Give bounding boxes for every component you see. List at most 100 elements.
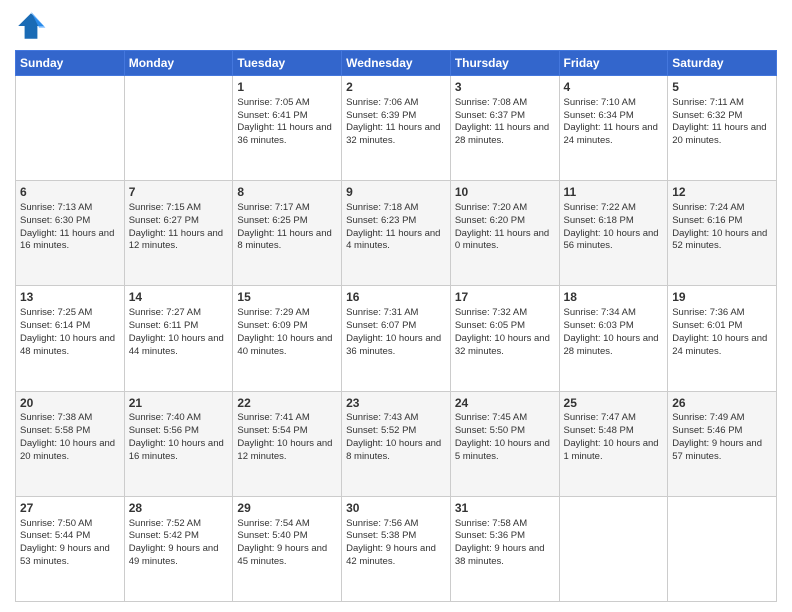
calendar-cell: 25Sunrise: 7:47 AM Sunset: 5:48 PM Dayli… (559, 391, 668, 496)
day-info: Sunrise: 7:32 AM Sunset: 6:05 PM Dayligh… (455, 307, 555, 358)
calendar-header-tuesday: Tuesday (233, 51, 342, 76)
day-info: Sunrise: 7:52 AM Sunset: 5:42 PM Dayligh… (129, 518, 229, 569)
calendar-cell: 11Sunrise: 7:22 AM Sunset: 6:18 PM Dayli… (559, 181, 668, 286)
day-number: 22 (237, 395, 337, 412)
day-number: 14 (129, 289, 229, 306)
header (15, 10, 777, 42)
calendar-cell: 3Sunrise: 7:08 AM Sunset: 6:37 PM Daylig… (450, 76, 559, 181)
day-info: Sunrise: 7:58 AM Sunset: 5:36 PM Dayligh… (455, 518, 555, 569)
day-info: Sunrise: 7:05 AM Sunset: 6:41 PM Dayligh… (237, 97, 337, 148)
calendar-cell: 9Sunrise: 7:18 AM Sunset: 6:23 PM Daylig… (342, 181, 451, 286)
day-number: 12 (672, 184, 772, 201)
calendar-week-row: 20Sunrise: 7:38 AM Sunset: 5:58 PM Dayli… (16, 391, 777, 496)
calendar-cell: 16Sunrise: 7:31 AM Sunset: 6:07 PM Dayli… (342, 286, 451, 391)
day-info: Sunrise: 7:08 AM Sunset: 6:37 PM Dayligh… (455, 97, 555, 148)
calendar-header-saturday: Saturday (668, 51, 777, 76)
calendar-week-row: 27Sunrise: 7:50 AM Sunset: 5:44 PM Dayli… (16, 496, 777, 601)
day-info: Sunrise: 7:06 AM Sunset: 6:39 PM Dayligh… (346, 97, 446, 148)
day-number: 20 (20, 395, 120, 412)
day-info: Sunrise: 7:54 AM Sunset: 5:40 PM Dayligh… (237, 518, 337, 569)
calendar-cell: 8Sunrise: 7:17 AM Sunset: 6:25 PM Daylig… (233, 181, 342, 286)
day-info: Sunrise: 7:13 AM Sunset: 6:30 PM Dayligh… (20, 202, 120, 253)
day-number: 26 (672, 395, 772, 412)
day-info: Sunrise: 7:41 AM Sunset: 5:54 PM Dayligh… (237, 412, 337, 463)
day-info: Sunrise: 7:40 AM Sunset: 5:56 PM Dayligh… (129, 412, 229, 463)
calendar-cell: 27Sunrise: 7:50 AM Sunset: 5:44 PM Dayli… (16, 496, 125, 601)
day-info: Sunrise: 7:31 AM Sunset: 6:07 PM Dayligh… (346, 307, 446, 358)
day-number: 30 (346, 500, 446, 517)
calendar-cell: 18Sunrise: 7:34 AM Sunset: 6:03 PM Dayli… (559, 286, 668, 391)
calendar-cell (16, 76, 125, 181)
calendar-cell: 10Sunrise: 7:20 AM Sunset: 6:20 PM Dayli… (450, 181, 559, 286)
day-number: 16 (346, 289, 446, 306)
day-number: 24 (455, 395, 555, 412)
calendar-cell: 19Sunrise: 7:36 AM Sunset: 6:01 PM Dayli… (668, 286, 777, 391)
day-number: 17 (455, 289, 555, 306)
calendar-cell: 1Sunrise: 7:05 AM Sunset: 6:41 PM Daylig… (233, 76, 342, 181)
calendar-header-row: SundayMondayTuesdayWednesdayThursdayFrid… (16, 51, 777, 76)
calendar-header-wednesday: Wednesday (342, 51, 451, 76)
day-number: 2 (346, 79, 446, 96)
day-number: 6 (20, 184, 120, 201)
day-number: 15 (237, 289, 337, 306)
day-info: Sunrise: 7:24 AM Sunset: 6:16 PM Dayligh… (672, 202, 772, 253)
calendar-cell: 15Sunrise: 7:29 AM Sunset: 6:09 PM Dayli… (233, 286, 342, 391)
calendar-cell: 21Sunrise: 7:40 AM Sunset: 5:56 PM Dayli… (124, 391, 233, 496)
calendar-cell: 31Sunrise: 7:58 AM Sunset: 5:36 PM Dayli… (450, 496, 559, 601)
day-number: 27 (20, 500, 120, 517)
day-number: 28 (129, 500, 229, 517)
day-info: Sunrise: 7:22 AM Sunset: 6:18 PM Dayligh… (564, 202, 664, 253)
calendar-cell: 22Sunrise: 7:41 AM Sunset: 5:54 PM Dayli… (233, 391, 342, 496)
day-number: 18 (564, 289, 664, 306)
calendar-cell (124, 76, 233, 181)
logo (15, 10, 51, 42)
day-number: 3 (455, 79, 555, 96)
day-number: 23 (346, 395, 446, 412)
day-number: 11 (564, 184, 664, 201)
calendar-table: SundayMondayTuesdayWednesdayThursdayFrid… (15, 50, 777, 602)
calendar-header-friday: Friday (559, 51, 668, 76)
calendar-cell (559, 496, 668, 601)
calendar-cell: 5Sunrise: 7:11 AM Sunset: 6:32 PM Daylig… (668, 76, 777, 181)
calendar-week-row: 1Sunrise: 7:05 AM Sunset: 6:41 PM Daylig… (16, 76, 777, 181)
logo-icon (15, 10, 47, 42)
day-number: 21 (129, 395, 229, 412)
day-number: 5 (672, 79, 772, 96)
day-info: Sunrise: 7:17 AM Sunset: 6:25 PM Dayligh… (237, 202, 337, 253)
day-info: Sunrise: 7:11 AM Sunset: 6:32 PM Dayligh… (672, 97, 772, 148)
day-info: Sunrise: 7:38 AM Sunset: 5:58 PM Dayligh… (20, 412, 120, 463)
day-number: 31 (455, 500, 555, 517)
calendar-cell: 30Sunrise: 7:56 AM Sunset: 5:38 PM Dayli… (342, 496, 451, 601)
day-number: 19 (672, 289, 772, 306)
day-info: Sunrise: 7:20 AM Sunset: 6:20 PM Dayligh… (455, 202, 555, 253)
day-number: 9 (346, 184, 446, 201)
calendar-cell: 14Sunrise: 7:27 AM Sunset: 6:11 PM Dayli… (124, 286, 233, 391)
calendar-cell: 2Sunrise: 7:06 AM Sunset: 6:39 PM Daylig… (342, 76, 451, 181)
calendar-cell: 26Sunrise: 7:49 AM Sunset: 5:46 PM Dayli… (668, 391, 777, 496)
calendar-week-row: 13Sunrise: 7:25 AM Sunset: 6:14 PM Dayli… (16, 286, 777, 391)
day-number: 7 (129, 184, 229, 201)
calendar-cell: 6Sunrise: 7:13 AM Sunset: 6:30 PM Daylig… (16, 181, 125, 286)
calendar-header-sunday: Sunday (16, 51, 125, 76)
day-info: Sunrise: 7:43 AM Sunset: 5:52 PM Dayligh… (346, 412, 446, 463)
day-info: Sunrise: 7:25 AM Sunset: 6:14 PM Dayligh… (20, 307, 120, 358)
calendar-header-thursday: Thursday (450, 51, 559, 76)
day-number: 8 (237, 184, 337, 201)
calendar-cell (668, 496, 777, 601)
day-info: Sunrise: 7:56 AM Sunset: 5:38 PM Dayligh… (346, 518, 446, 569)
day-number: 4 (564, 79, 664, 96)
calendar-cell: 23Sunrise: 7:43 AM Sunset: 5:52 PM Dayli… (342, 391, 451, 496)
day-number: 25 (564, 395, 664, 412)
day-info: Sunrise: 7:49 AM Sunset: 5:46 PM Dayligh… (672, 412, 772, 463)
day-info: Sunrise: 7:18 AM Sunset: 6:23 PM Dayligh… (346, 202, 446, 253)
calendar-cell: 29Sunrise: 7:54 AM Sunset: 5:40 PM Dayli… (233, 496, 342, 601)
day-info: Sunrise: 7:45 AM Sunset: 5:50 PM Dayligh… (455, 412, 555, 463)
day-info: Sunrise: 7:34 AM Sunset: 6:03 PM Dayligh… (564, 307, 664, 358)
calendar-cell: 13Sunrise: 7:25 AM Sunset: 6:14 PM Dayli… (16, 286, 125, 391)
day-info: Sunrise: 7:36 AM Sunset: 6:01 PM Dayligh… (672, 307, 772, 358)
day-info: Sunrise: 7:10 AM Sunset: 6:34 PM Dayligh… (564, 97, 664, 148)
day-info: Sunrise: 7:29 AM Sunset: 6:09 PM Dayligh… (237, 307, 337, 358)
calendar-header-monday: Monday (124, 51, 233, 76)
calendar-week-row: 6Sunrise: 7:13 AM Sunset: 6:30 PM Daylig… (16, 181, 777, 286)
day-number: 29 (237, 500, 337, 517)
